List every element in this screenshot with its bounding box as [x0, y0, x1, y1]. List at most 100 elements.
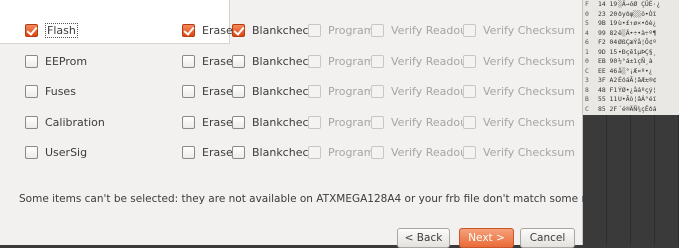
- memory-area-flash-checkbox[interactable]: [25, 23, 38, 37]
- verify-readout-option-label: Verify Readout: [391, 23, 472, 37]
- memory-area-fuses[interactable]: Fuses: [25, 80, 76, 102]
- memory-area-usersig[interactable]: UserSig: [25, 141, 87, 163]
- hex-line: 0 EB 90 ½°á±ìçÑ¸à: [585, 57, 679, 67]
- hex-line: 3 3F A2 ÉöáÃ¦âÆ±®¢: [585, 76, 679, 86]
- memory-area-calibration-checkbox[interactable]: [25, 115, 38, 129]
- hex-col1: EB 90: [598, 57, 618, 65]
- memory-row: EEProm Erase Blankcheck Program Verify Reado…: [0, 50, 583, 72]
- hex-col1: 14 19: [598, 0, 618, 8]
- verify-checksum-option-checkbox: [463, 54, 476, 68]
- hex-line: 1 9D 15 •ÐçêîµÞÇ§¸: [585, 48, 679, 58]
- hex-col1: 9B 19: [598, 19, 618, 27]
- hex-col1: 48 F1: [598, 85, 618, 94]
- memory-area-calibration[interactable]: Calibration: [25, 111, 105, 133]
- hex-line: F 14 19 ░Ä→óØ ÇÜÉ·¿: [585, 0, 679, 10]
- blankcheck-option-label: Blankcheck: [252, 115, 315, 129]
- blankcheck-option-checkbox[interactable]: [232, 54, 245, 68]
- availability-note: Some items can't be selected: they are n…: [19, 193, 658, 205]
- blankcheck-option-checkbox[interactable]: [232, 23, 245, 37]
- hex-addr: 0: [585, 57, 589, 65]
- hex-col2: U•Ãò¦âÁ°éï: [618, 95, 657, 103]
- hex-col2: ÝØ•¿åáºçý¦: [618, 85, 657, 94]
- hex-line: 8 48 F1 ÝØ•¿åáºçý¦: [585, 86, 679, 96]
- blankcheck-option-checkbox[interactable]: [232, 84, 245, 98]
- verify-checksum-option-checkbox: [463, 84, 476, 98]
- hex-col2: •ÐçêîµÞÇ§¸: [618, 47, 657, 56]
- verify-readout-option-label: Verify Readout: [391, 84, 472, 98]
- blankcheck-option[interactable]: Blankcheck: [232, 50, 315, 72]
- back-button[interactable]: < Back: [397, 228, 450, 248]
- verify-readout-option-label: Verify Readout: [391, 145, 472, 159]
- verify-checksum-option-checkbox: [463, 145, 476, 159]
- program-option-label: Program: [328, 145, 375, 159]
- hex-addr: 0: [585, 9, 589, 18]
- verify-readout-option-checkbox: [371, 84, 384, 98]
- verify-readout-option-checkbox: [371, 54, 384, 68]
- verify-readout-option: Verify Readout: [371, 50, 471, 72]
- hex-col2: ê░Ä•÷•à÷º¶: [618, 28, 657, 37]
- hex-line: 0 23 20 ðyðφ░░õ•Òï: [585, 10, 679, 20]
- memory-row: UserSig Erase Blankcheck Program Verify Read…: [0, 141, 583, 163]
- memory-area-calibration-label: Calibration: [45, 115, 105, 129]
- hex-col1: 23 20: [598, 9, 618, 18]
- program-option: Program: [308, 50, 374, 72]
- blankcheck-option[interactable]: Blankcheck: [232, 80, 315, 102]
- memory-area-eeprom-checkbox[interactable]: [25, 54, 38, 68]
- memory-area-eeprom[interactable]: EEProm: [25, 50, 87, 72]
- program-option-checkbox: [308, 115, 321, 129]
- verify-checksum-option-label: Verify Checksum: [483, 23, 575, 37]
- program-option-checkbox: [308, 54, 321, 68]
- hex-col2: ù•£↑ø×•ðè¿: [618, 19, 657, 27]
- program-option-label: Program: [328, 115, 375, 129]
- erase-option-checkbox[interactable]: [182, 115, 195, 129]
- program-option-label: Program: [328, 23, 375, 37]
- background-grid: [583, 115, 679, 245]
- erase-option-checkbox[interactable]: [182, 23, 195, 37]
- erase-option[interactable]: Erase: [182, 80, 233, 102]
- hex-line: C EE 46 å░°¡Æ¤º•¿: [585, 67, 679, 77]
- memory-area-fuses-label: Fuses: [45, 84, 76, 98]
- erase-option[interactable]: Erase: [182, 141, 233, 163]
- verify-checksum-option-label: Verify Checksum: [483, 115, 575, 129]
- verify-checksum-option-checkbox: [463, 115, 476, 129]
- program-option-checkbox: [308, 23, 321, 37]
- blankcheck-option[interactable]: Blankcheck: [232, 19, 315, 41]
- verify-readout-option-label: Verify Readout: [391, 54, 472, 68]
- blankcheck-option-checkbox[interactable]: [232, 115, 245, 129]
- blankcheck-option[interactable]: Blankcheck: [232, 111, 315, 133]
- memory-area-flash-label: Flash: [45, 22, 78, 38]
- background-window: F 14 19 ░Ä→óØ ÇÜÉ·¿ 0 23 20 ðyðφ░░õ•Òï 5 9B 19 ù…: [583, 0, 679, 245]
- erase-option-label: Erase: [202, 145, 233, 159]
- program-option: Program: [308, 111, 374, 133]
- program-option-checkbox: [308, 145, 321, 159]
- blankcheck-option-label: Blankcheck: [252, 54, 315, 68]
- hex-addr: 4: [585, 28, 589, 37]
- hex-col1: 99 82: [598, 28, 618, 37]
- verify-readout-option-label: Verify Readout: [391, 115, 472, 129]
- verify-readout-option-checkbox: [371, 23, 384, 37]
- memory-row: Fuses Erase Blankcheck Program Verify Readou…: [0, 80, 583, 102]
- next-button[interactable]: Next >: [459, 228, 514, 248]
- verify-checksum-option-label: Verify Checksum: [483, 54, 575, 68]
- memory-area-usersig-label: UserSig: [45, 145, 88, 159]
- blankcheck-option-checkbox[interactable]: [232, 145, 245, 159]
- memory-area-flash[interactable]: Flash: [25, 19, 78, 41]
- memory-area-fuses-checkbox[interactable]: [25, 84, 38, 98]
- erase-option[interactable]: Erase: [182, 111, 233, 133]
- cancel-button[interactable]: Cancel: [520, 228, 575, 248]
- erase-option[interactable]: Erase: [182, 50, 233, 72]
- erase-option-checkbox[interactable]: [182, 145, 195, 159]
- memory-area-usersig-checkbox[interactable]: [25, 145, 38, 159]
- erase-option[interactable]: Erase: [182, 19, 233, 41]
- hex-addr: 1: [585, 47, 589, 56]
- erase-option-checkbox[interactable]: [182, 84, 195, 98]
- program-option-label: Program: [328, 84, 375, 98]
- verify-checksum-option: Verify Checksum: [463, 111, 575, 133]
- erase-option-checkbox[interactable]: [182, 54, 195, 68]
- verify-checksum-option: Verify Checksum: [463, 141, 575, 163]
- blankcheck-option[interactable]: Blankcheck: [232, 141, 315, 163]
- blankcheck-option-label: Blankcheck: [252, 23, 315, 37]
- hex-addr: 6: [585, 38, 589, 46]
- verify-checksum-option: Verify Checksum: [463, 80, 575, 102]
- hex-addr: B: [585, 95, 589, 103]
